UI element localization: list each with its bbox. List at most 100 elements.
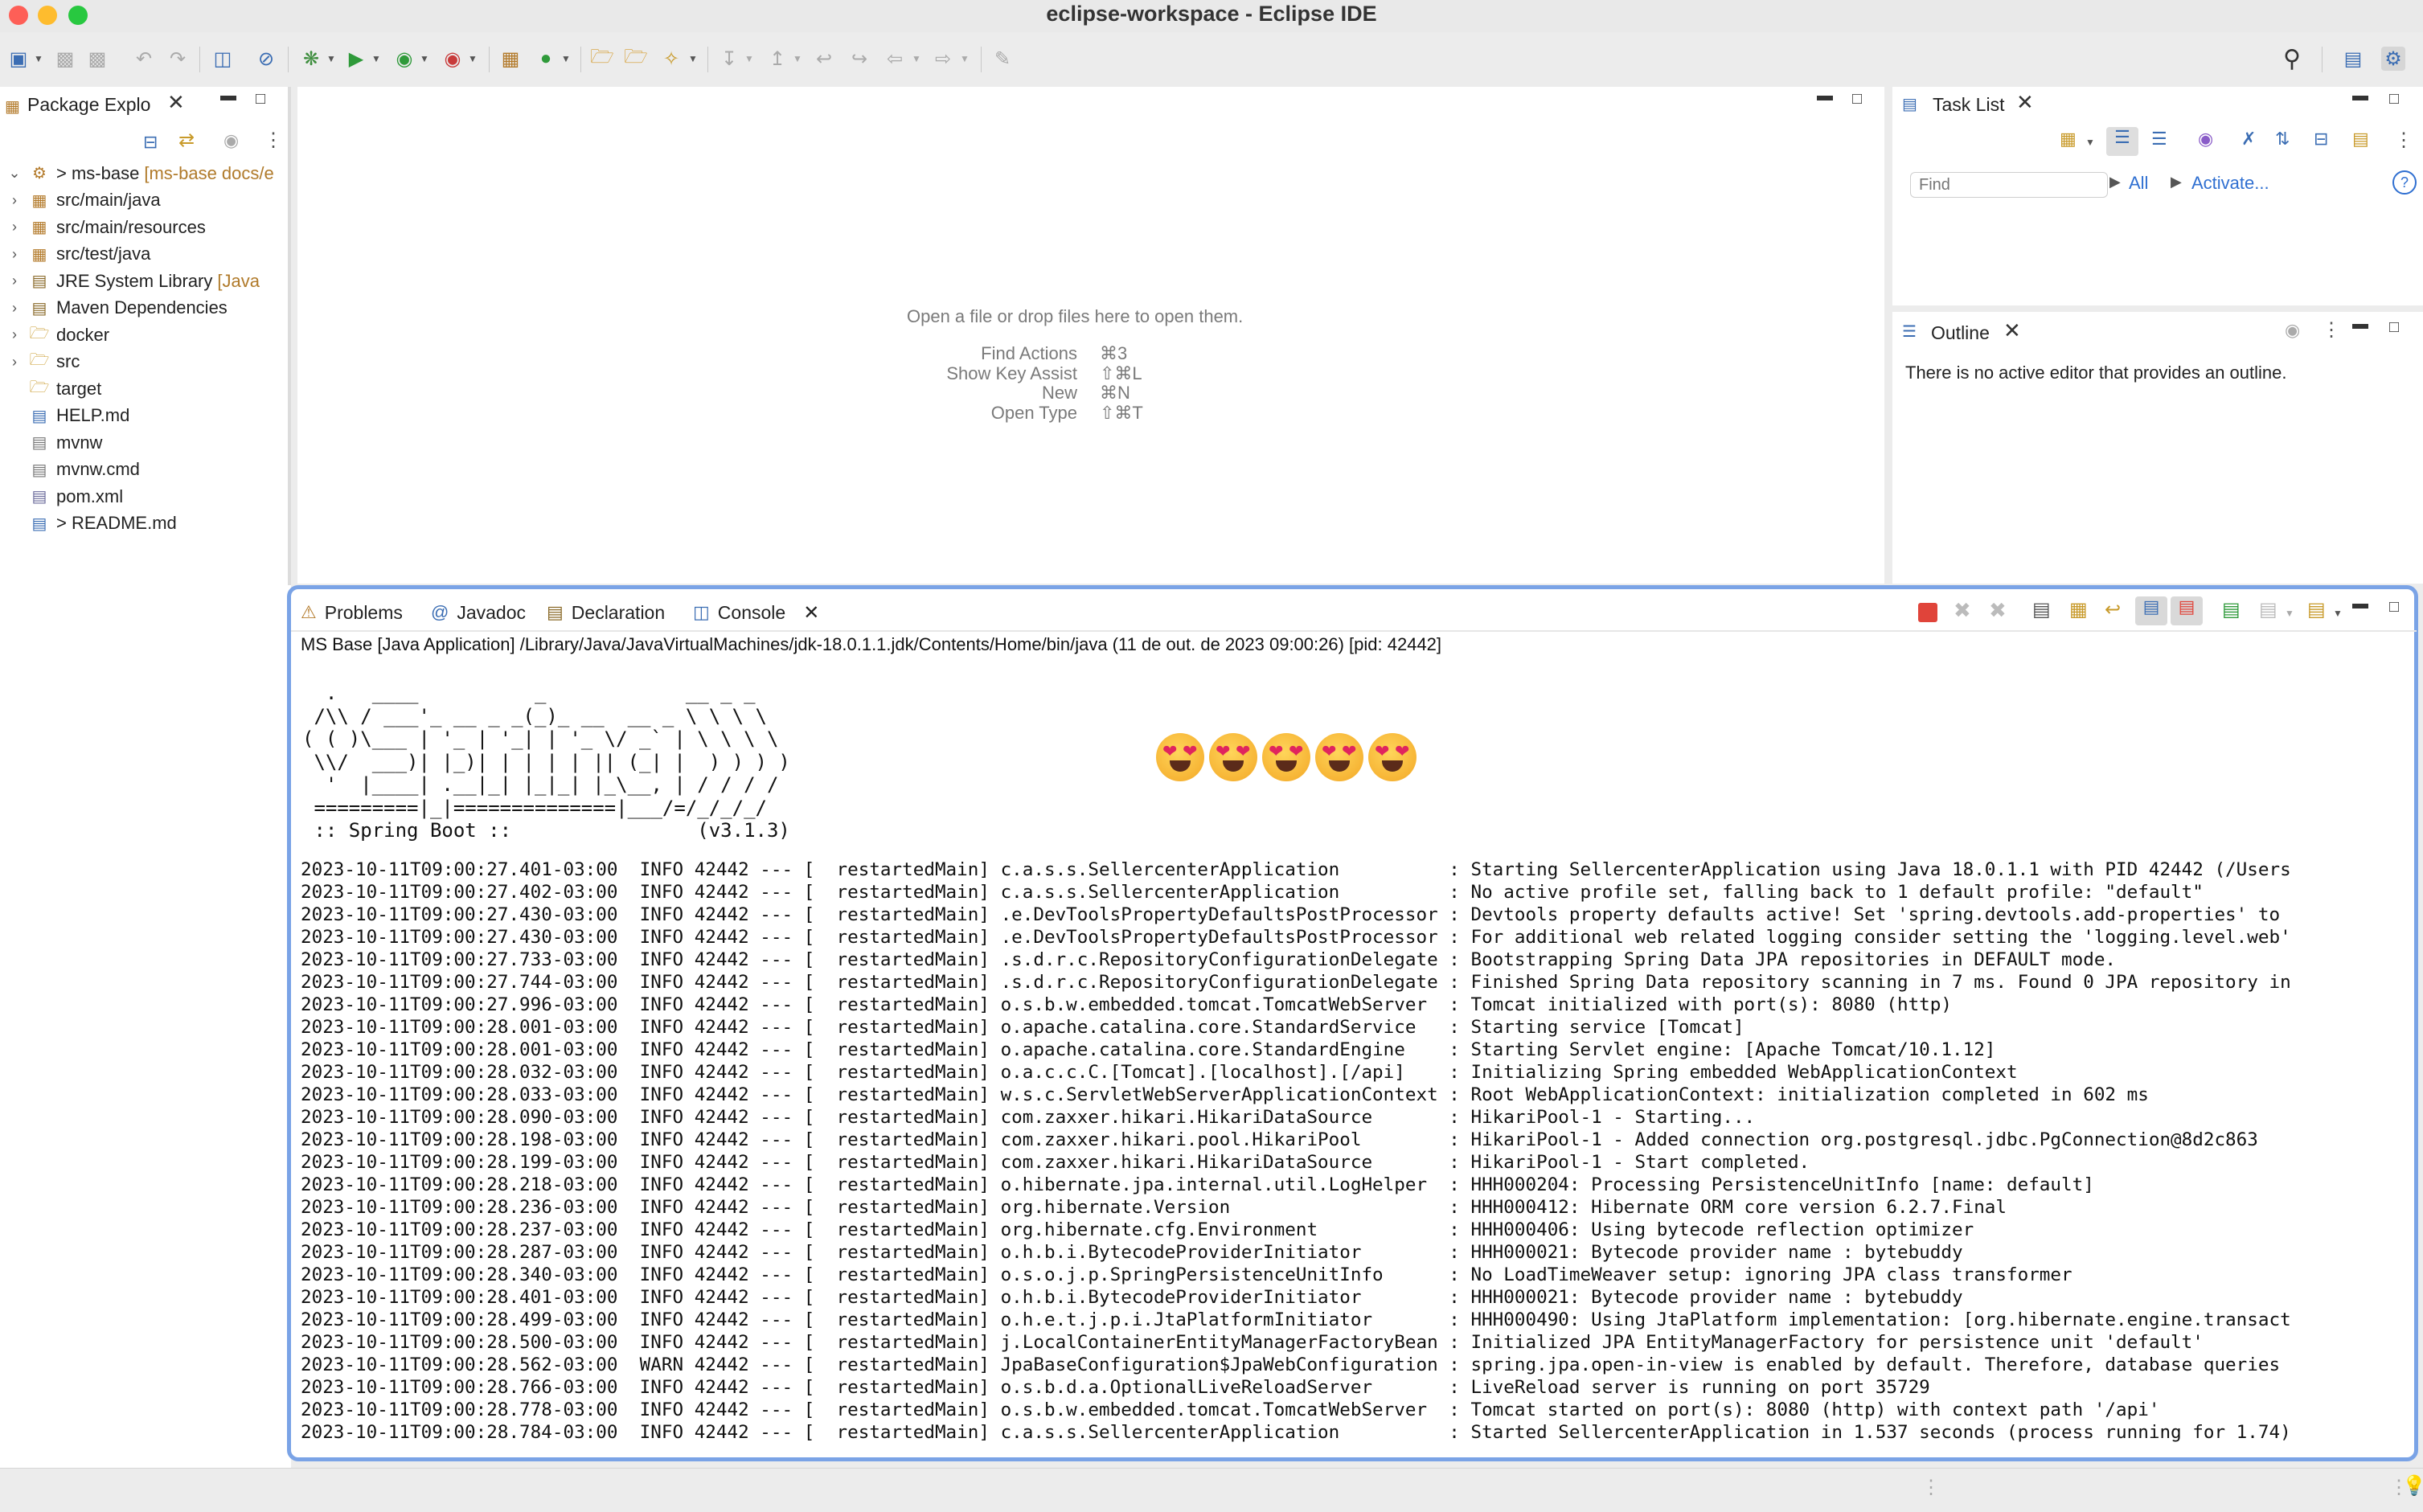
chevron-down-icon[interactable]: ▼ bbox=[468, 53, 478, 64]
pin-editor-icon[interactable]: ✎ bbox=[990, 47, 1015, 71]
chevron-down-icon[interactable]: ▼ bbox=[912, 53, 921, 64]
all-link[interactable]: All bbox=[2129, 173, 2148, 194]
next-annotation-icon[interactable]: ↧ bbox=[717, 47, 741, 71]
undo-icon[interactable]: ↶ bbox=[132, 47, 156, 71]
display-console-icon[interactable]: ▤ bbox=[2259, 598, 2277, 621]
pin-console-icon[interactable]: ▤ bbox=[2222, 598, 2241, 621]
chevron-down-icon[interactable]: ▼ bbox=[688, 53, 698, 64]
run-icon[interactable]: ▶ bbox=[344, 47, 368, 71]
maximize-icon[interactable]: □ bbox=[2389, 598, 2399, 617]
close-icon[interactable]: ✕ bbox=[803, 601, 819, 625]
chevron-down-icon[interactable]: ▼ bbox=[326, 53, 336, 64]
tab-problems[interactable]: ⚠ Problems bbox=[301, 599, 403, 626]
view-menu-icon[interactable]: ⋮ bbox=[264, 129, 283, 152]
view-menu-icon[interactable]: ⋮ bbox=[2322, 318, 2341, 342]
chevron-down-icon[interactable]: ▼ bbox=[2285, 608, 2294, 619]
chevron-down-icon[interactable]: ▼ bbox=[960, 53, 970, 64]
clear-console-icon[interactable]: ▤ bbox=[2032, 598, 2051, 621]
remove-launch-icon[interactable]: ✖ bbox=[1954, 598, 1971, 623]
new-package-icon[interactable]: ▦ bbox=[498, 47, 523, 71]
minimize-icon[interactable]: ▬ bbox=[2352, 315, 2368, 334]
tree-item[interactable]: ▤ pom.xml bbox=[0, 483, 289, 510]
redo-icon[interactable]: ↷ bbox=[166, 47, 190, 71]
maximize-icon[interactable]: □ bbox=[1852, 90, 1862, 109]
chevron-down-icon[interactable]: ▼ bbox=[744, 53, 754, 64]
word-wrap-icon[interactable]: ↩ bbox=[2105, 598, 2121, 621]
scheduled-icon[interactable]: ☰ bbox=[2151, 129, 2167, 150]
categorized-icon[interactable]: ☰ bbox=[2106, 127, 2138, 156]
chevron-right-icon[interactable]: › bbox=[0, 246, 29, 263]
filters-icon[interactable]: ◉ bbox=[223, 130, 239, 151]
external-tools-icon[interactable]: ◉ bbox=[441, 47, 465, 71]
link-with-editor-icon[interactable]: ⇄ bbox=[178, 129, 195, 152]
editor-area[interactable] bbox=[297, 87, 1884, 584]
save-icon[interactable]: ▩ bbox=[53, 47, 77, 71]
link-icon[interactable]: ▤ bbox=[2352, 129, 2369, 150]
chevron-right-icon[interactable]: › bbox=[0, 300, 29, 317]
new-task-icon[interactable]: ▦ bbox=[2060, 129, 2077, 150]
terminal-icon[interactable]: ◫ bbox=[211, 47, 235, 71]
task-find-input[interactable] bbox=[1910, 172, 2108, 198]
tree-item[interactable]: ▤ mvnw bbox=[0, 429, 289, 456]
chevron-down-icon[interactable]: ▼ bbox=[2085, 137, 2095, 148]
search-icon[interactable]: ⚲ bbox=[2280, 46, 2304, 72]
maximize-icon[interactable]: □ bbox=[2389, 90, 2399, 109]
open-perspective-icon[interactable]: ▤ bbox=[2341, 47, 2365, 71]
skip-breakpoints-icon[interactable]: ⊘ bbox=[254, 47, 278, 71]
chevron-right-icon[interactable]: › bbox=[0, 192, 29, 209]
debug-icon[interactable]: ❋ bbox=[299, 47, 323, 71]
outline-filter-icon[interactable]: ◉ bbox=[2285, 320, 2300, 341]
chevron-right-icon[interactable]: › bbox=[0, 326, 29, 343]
minimize-icon[interactable]: ▬ bbox=[220, 87, 236, 105]
tree-item[interactable]: ▤ HELP.md bbox=[0, 403, 289, 429]
view-menu-icon[interactable]: ⋮ bbox=[2394, 129, 2413, 152]
tree-item[interactable]: › ▦ src/main/java bbox=[0, 187, 289, 214]
collapse-all-icon[interactable]: ⊟ bbox=[2314, 129, 2328, 150]
activate-link[interactable]: Activate... bbox=[2191, 173, 2269, 194]
chevron-down-icon[interactable]: ▼ bbox=[420, 53, 429, 64]
chevron-down-icon[interactable]: ⌄ bbox=[0, 165, 29, 182]
remove-all-icon[interactable]: ✖ bbox=[1989, 598, 2007, 623]
sash[interactable] bbox=[288, 87, 291, 585]
task-list-tab[interactable]: Task List bbox=[1933, 94, 2004, 116]
tree-item[interactable]: › ▤ JRE System Library [Java bbox=[0, 268, 289, 294]
chevron-down-icon[interactable]: ▼ bbox=[2333, 608, 2343, 619]
chevron-right-icon[interactable]: › bbox=[0, 354, 29, 371]
tree-item[interactable]: › ▦ src/main/resources bbox=[0, 214, 289, 240]
new-icon[interactable]: ▣ bbox=[6, 47, 31, 71]
chevron-right-icon[interactable]: › bbox=[0, 272, 29, 289]
maximize-icon[interactable]: □ bbox=[256, 90, 265, 109]
tree-item[interactable]: ▤ > README.md bbox=[0, 510, 289, 537]
collapse-all-icon[interactable]: ⊟ bbox=[143, 132, 158, 153]
minimize-icon[interactable]: ▬ bbox=[2352, 87, 2368, 105]
open-console-icon[interactable]: ▤ bbox=[2307, 598, 2326, 621]
forward-edit-icon[interactable]: ↪ bbox=[847, 47, 871, 71]
tree-item[interactable]: › 🗁 src bbox=[0, 349, 289, 375]
tab-declaration[interactable]: ▤ Declaration bbox=[547, 599, 665, 626]
chevron-right-icon[interactable]: › bbox=[0, 219, 29, 236]
tab-javadoc[interactable]: @ Javadoc bbox=[431, 599, 526, 626]
tree-item[interactable]: ▤ mvnw.cmd bbox=[0, 457, 289, 483]
save-all-icon[interactable]: ▩ bbox=[85, 47, 109, 71]
package-explorer-tab[interactable]: Package Explo bbox=[27, 94, 150, 116]
open-resource-icon[interactable]: 🗁 bbox=[624, 46, 648, 71]
previous-annotation-icon[interactable]: ↥ bbox=[765, 47, 789, 71]
close-icon[interactable]: ✕ bbox=[2016, 90, 2034, 115]
chevron-down-icon[interactable]: ▼ bbox=[34, 53, 43, 64]
chevron-down-icon[interactable]: ▼ bbox=[371, 53, 381, 64]
new-class-icon[interactable]: ● bbox=[534, 47, 558, 71]
tree-item[interactable]: ⌄ ⚙ > ms-base [ms-base docs/e bbox=[0, 160, 289, 186]
tree-item[interactable]: › ▤ Maven Dependencies bbox=[0, 295, 289, 322]
terminate-icon[interactable] bbox=[1918, 603, 1937, 622]
tree-item[interactable]: › ▦ src/test/java bbox=[0, 241, 289, 268]
minimize-icon[interactable]: ▬ bbox=[1817, 87, 1833, 105]
focus-icon[interactable]: ◉ bbox=[2198, 129, 2213, 150]
outline-tab[interactable]: Outline bbox=[1931, 322, 1990, 344]
close-icon[interactable]: ✕ bbox=[2003, 318, 2021, 343]
back-icon[interactable]: ⇦ bbox=[883, 47, 907, 71]
show-on-stdout-icon[interactable]: ▤ bbox=[2135, 596, 2167, 625]
chevron-down-icon[interactable]: ▼ bbox=[561, 53, 571, 64]
forward-icon[interactable]: ⇨ bbox=[931, 47, 955, 71]
maximize-icon[interactable]: □ bbox=[2389, 318, 2399, 337]
last-edit-icon[interactable]: ↩ bbox=[812, 47, 836, 71]
